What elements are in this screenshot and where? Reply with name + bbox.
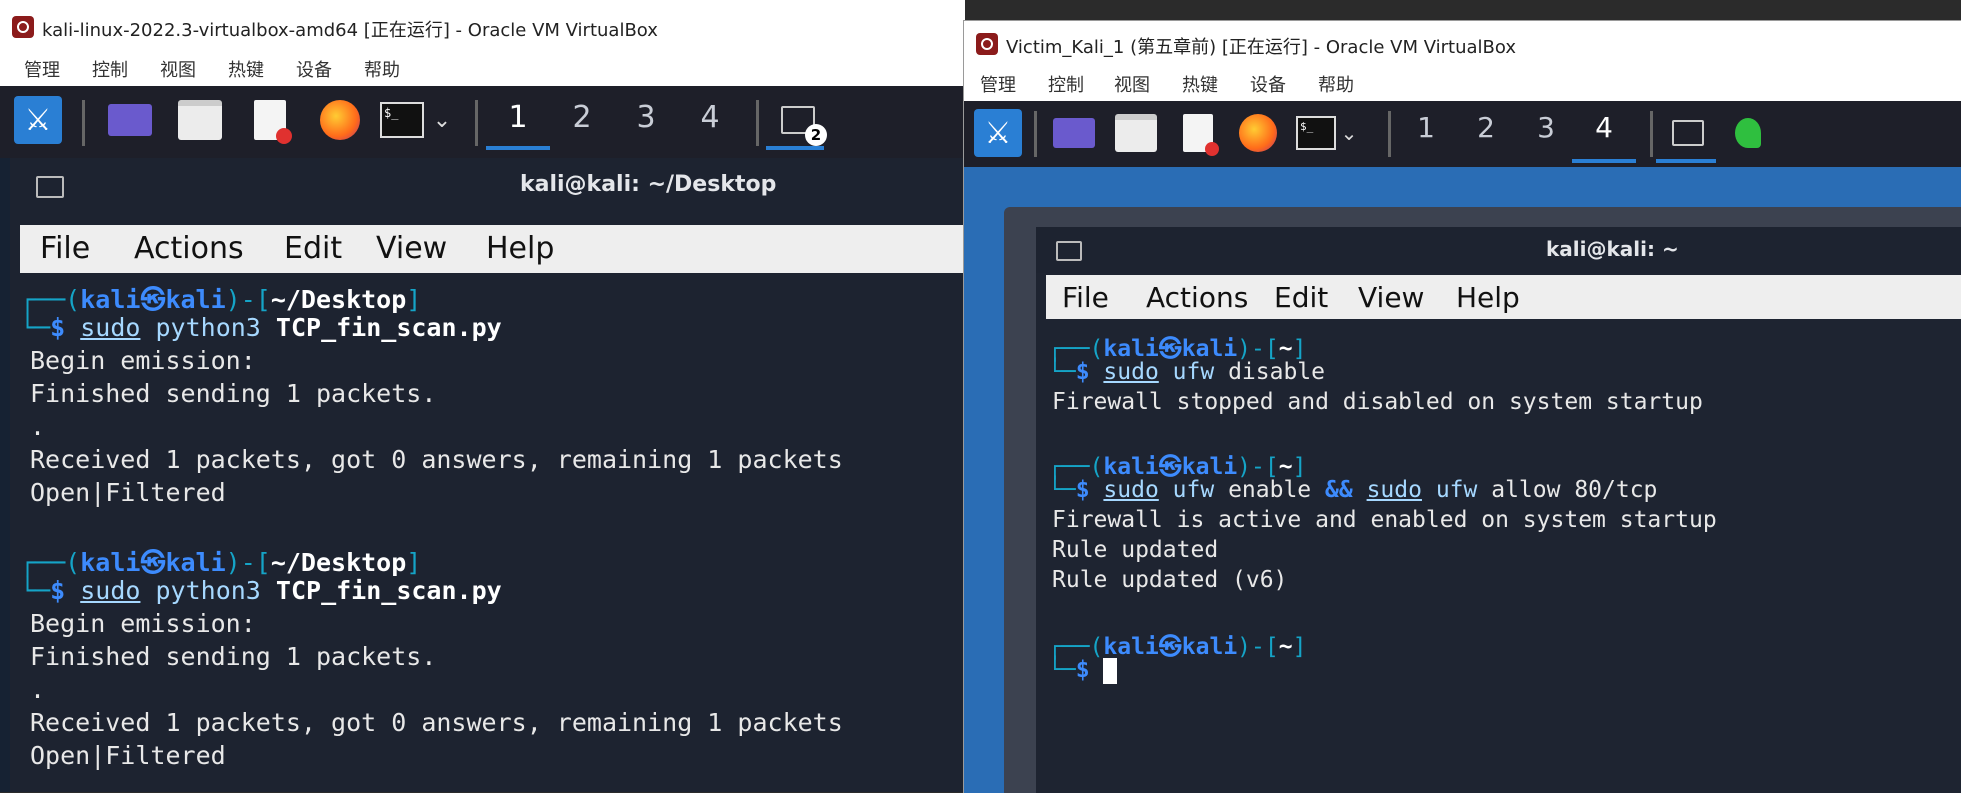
terminal-cursor [1103,657,1118,684]
term-menu-actions[interactable]: Actions [134,231,244,266]
workspace-4[interactable]: 4 [690,100,730,135]
terminal-task-icon[interactable]: 2 [774,96,827,146]
vb-menu-hotkey[interactable]: 热键 [228,56,264,82]
vb-menu-devices[interactable]: 设备 [296,56,332,82]
right-terminal-menubar: File Actions Edit View Help [1046,275,1961,319]
right-terminal-titlebar: kali@kali: ~ [1036,227,1961,273]
vb-menu-devices[interactable]: 设备 [1250,71,1286,97]
vb-menu-view[interactable]: 视图 [1114,71,1150,97]
term-menu-help[interactable]: Help [1456,281,1520,314]
show-desktop-icon[interactable] [1050,109,1098,157]
left-terminal-title: kali@kali: ~/Desktop [520,172,777,197]
right-terminal-window: kali@kali: ~ File Actions Edit View Help… [1036,227,1961,793]
workspace-2[interactable]: 2 [562,100,602,135]
chevron-down-icon[interactable]: ⌄ [1336,109,1362,157]
file-manager-icon[interactable] [1112,109,1160,157]
terminal-task-icon[interactable] [1664,109,1712,157]
right-virtualbox-window: Victim_Kali_1 (第五章前) [正在运行] - Oracle VM … [963,20,1961,793]
terminal-launcher-icon[interactable]: $_ [1292,109,1340,157]
right-vb-titlebar: Victim_Kali_1 (第五章前) [正在运行] - Oracle VM … [964,21,1961,69]
vb-menu-help[interactable]: 帮助 [364,56,400,82]
vb-menu-manage[interactable]: 管理 [980,71,1016,97]
vb-menu-control[interactable]: 控制 [1048,71,1084,97]
vb-menu-help[interactable]: 帮助 [1318,71,1354,97]
right-vb-title: Victim_Kali_1 (第五章前) [正在运行] - Oracle VM … [1006,37,1516,58]
term-menu-edit[interactable]: Edit [1274,281,1328,314]
kali-menu-icon[interactable]: ⚔ [14,96,62,144]
left-vb-titlebar: kali-linux-2022.3-virtualbox-amd64 [正在运行… [0,0,965,54]
show-desktop-icon[interactable] [106,96,154,144]
vb-menu-view[interactable]: 视图 [160,56,196,82]
text-editor-icon[interactable] [246,96,294,144]
left-terminal-menubar: File Actions Edit View Help [20,225,965,273]
workspace-2[interactable]: 2 [1466,111,1506,144]
term-menu-actions[interactable]: Actions [1146,281,1248,314]
firefox-icon[interactable] [1234,109,1282,157]
workspace-1[interactable]: 1 [498,100,538,135]
left-vb-title: kali-linux-2022.3-virtualbox-amd64 [正在运行… [42,20,658,41]
terminal-launcher-icon[interactable]: $_ [378,96,426,144]
term-menu-file[interactable]: File [1062,281,1109,314]
window-count-badge: 2 [805,124,827,146]
term-menu-help[interactable]: Help [486,231,554,266]
term-menu-edit[interactable]: Edit [284,231,342,266]
term-menu-view[interactable]: View [1358,281,1424,314]
left-kali-panel: ⚔ $_ ⌄ 1 2 3 4 2 [0,86,965,158]
left-terminal-titlebar: kali@kali: ~/Desktop [10,158,965,216]
workspace-3[interactable]: 3 [626,100,666,135]
text-editor-icon[interactable] [1174,109,1222,157]
kali-menu-icon[interactable]: ⚔ [974,109,1022,157]
vb-menu-hotkey[interactable]: 热键 [1182,71,1218,97]
workspace-1[interactable]: 1 [1406,111,1446,144]
right-kali-panel: ⚔ $_ ⌄ 1 2 3 4 [964,101,1961,167]
vb-menu-control[interactable]: 控制 [92,56,128,82]
workspace-3[interactable]: 3 [1526,111,1566,144]
file-manager-icon[interactable] [176,96,224,144]
left-terminal-window: kali@kali: ~/Desktop File Actions Edit V… [10,158,965,792]
term-menu-file[interactable]: File [40,231,90,266]
terminal-icon [36,176,64,198]
vb-menu-manage[interactable]: 管理 [24,56,60,82]
right-desktop: kali@kali: ~ File Actions Edit View Help… [964,167,1961,793]
right-vb-menubar: 管理 控制 视图 热键 设备 帮助 [964,69,1961,101]
chevron-down-icon[interactable]: ⌄ [428,96,456,144]
virtualbox-icon [12,16,34,38]
workspace-4[interactable]: 4 [1584,111,1624,144]
left-vb-menubar: 管理 控制 视图 热键 设备 帮助 [0,54,965,86]
virtualbox-icon [976,33,998,55]
wireshark-task-icon[interactable] [1724,109,1772,157]
firefox-icon[interactable] [316,96,364,144]
term-menu-view[interactable]: View [376,231,447,266]
left-desktop: kali@kali: ~/Desktop File Actions Edit V… [0,158,965,792]
right-terminal-title: kali@kali: ~ [1546,237,1679,261]
left-virtualbox-window: kali-linux-2022.3-virtualbox-amd64 [正在运行… [0,0,965,792]
terminal-icon [1056,241,1082,261]
